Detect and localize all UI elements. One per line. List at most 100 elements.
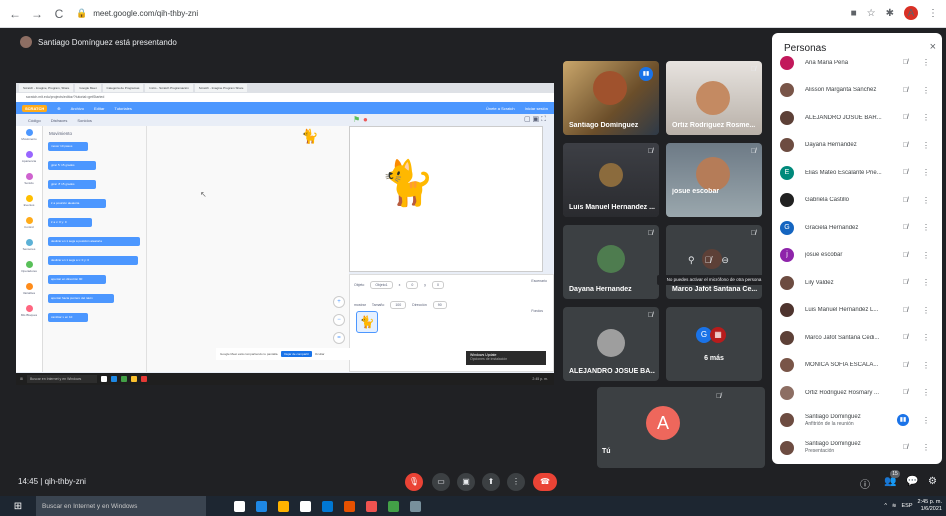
participant-more-icon[interactable]: ⋮ [922,223,930,232]
more-options-button[interactable]: ⋮ [507,473,525,491]
mic-off-icon[interactable]: 🎙̸ [903,197,908,204]
file-explorer-icon[interactable] [278,500,289,512]
participant-more-icon[interactable]: ⋮ [922,306,930,315]
participant-tile[interactable]: 🎙̸ ALEJANDRO JOSUE BA... [563,307,659,381]
category-dot [25,151,33,158]
mic-off-icon[interactable]: 🎙̸ [903,389,908,396]
mic-off-icon[interactable]: 🎙̸ [903,59,908,66]
browser-menu-icon[interactable]: ⋮ [928,8,938,19]
participant-tile[interactable]: ▮▮ Santiago Domínguez [563,61,659,135]
remove-icon[interactable]: ⊖ [721,255,729,266]
tray-arrow-icon[interactable]: ^ [884,503,887,509]
motion-block: girar ↺ 15 grados [48,180,96,189]
lang-indicator[interactable]: ESP [902,503,913,509]
activities-icon[interactable]: ⚙ [928,476,937,487]
chrome-icon[interactable] [366,500,377,512]
forward-button[interactable]: → [30,7,44,21]
participant-row[interactable]: Gabriela Castillo 🎙̸ ⋮ [772,187,942,215]
camera-indicator-icon[interactable]: ■ [851,8,857,19]
address-bar[interactable]: meet.google.com/qih-thby-zni [93,9,198,18]
mic-off-icon[interactable]: 🎙̸ [903,114,908,121]
participant-name: Dayana Hernandez [569,286,632,293]
participant-row[interactable]: ALEJANDRO JOSUE BAR... 🎙̸ ⋮ [772,104,942,132]
participant-row[interactable]: Luis Manuel Hernandez L... 🎙̸ ⋮ [772,297,942,325]
participant-row[interactable]: G Graciela Hernandez 🎙̸ ⋮ [772,214,942,242]
more-participants-tile[interactable]: G ▦ 6 más [666,307,762,381]
network-icon[interactable]: ≋ [892,503,897,509]
participant-tile[interactable]: 🎙̸ Luis Manuel Hernandez ... [563,143,659,217]
participant-more-icon[interactable]: ⋮ [922,196,930,205]
profile-avatar[interactable]: A [904,6,918,20]
participant-row[interactable]: Marco Jafot Santana Cedi... 🎙̸ ⋮ [772,324,942,352]
participant-name: Ortiz Rodriguez Rosmary ... [805,389,880,396]
participant-more-icon[interactable]: ⋮ [922,113,930,122]
back-button[interactable]: ← [8,7,22,21]
participant-row[interactable]: MONICA SOFIA ESCALA... 🎙̸ ⋮ [772,352,942,380]
self-tile[interactable] [597,387,765,468]
mic-toggle-button[interactable]: 🎙 [405,473,423,491]
shared-tab: Inicio - Scratch Programación [145,84,193,92]
participant-row[interactable]: Dayana Hernandez 🎙̸ ⋮ [772,132,942,160]
mic-off-icon[interactable]: 🎙̸ [903,224,908,231]
leave-call-button[interactable]: ☎ [533,473,557,491]
photos-icon[interactable] [344,500,355,512]
participant-more-icon[interactable]: ⋮ [922,278,930,287]
mic-off-icon[interactable]: 🎙̸ [903,252,908,259]
excel-icon[interactable] [388,500,399,512]
paint-icon[interactable] [410,500,421,512]
participant-more-icon[interactable]: ⋮ [922,141,930,150]
participant-name: Alisson Margarita Sánchez [805,87,877,94]
windows-search[interactable]: Buscar en Internet y en Windows [36,496,206,516]
participant-more-icon[interactable]: ⋮ [922,361,930,370]
extensions-icon[interactable]: ✱ [886,8,894,19]
mic-off-icon[interactable]: 🎙̸ [903,142,908,149]
mic-off-icon[interactable]: 🎙̸ [903,334,908,341]
participant-tile[interactable]: 🎙̸ Ortiz Rodriguez Rosme... [666,61,762,135]
task-view-icon[interactable] [234,500,245,512]
pin-icon[interactable]: ⚲ [688,255,695,266]
participant-more-icon[interactable]: ⋮ [922,58,930,67]
participant-more-icon[interactable]: ⋮ [922,86,930,95]
reload-button[interactable]: C [52,7,66,21]
windows-update-toast: Windows Update Opciones de instalación [466,351,546,365]
participant-avatar [780,413,794,428]
system-tray: ^ ≋ ESP 2:45 p. m. 1/6/2021 [884,499,942,513]
meeting-details-icon[interactable]: ⓘ [860,476,870,491]
shared-app-icon [110,376,117,382]
participant-more-icon[interactable]: ⋮ [922,251,930,260]
participant-row[interactable]: Santiago Dominguez Presentación 🎙̸ ⋮ [772,434,942,462]
captions-button[interactable]: ▣ [457,473,475,491]
camera-toggle-button[interactable]: ▭ [432,473,450,491]
bookmark-star-icon[interactable]: ☆ [867,8,876,19]
participant-more-icon[interactable]: ⋮ [922,443,930,452]
participant-row[interactable]: j josue escobar 🎙̸ ⋮ [772,242,942,270]
participant-more-icon[interactable]: ⋮ [922,416,930,425]
participant-row[interactable]: Santiago Dominguez Anfitrión de la reunió… [772,407,942,435]
mic-off-icon[interactable]: 🎙̸ [903,307,908,314]
store-icon[interactable] [300,500,311,512]
participant-tile[interactable]: 🎙̸ Dayana Hernandez [563,225,659,299]
participant-more-icon[interactable]: ⋮ [922,168,930,177]
mute-icon[interactable]: 🎙̸ [705,255,712,266]
participant-more-icon[interactable]: ⋮ [922,333,930,342]
participant-row[interactable]: E Elias Mateo Escalante Prie... 🎙̸ ⋮ [772,159,942,187]
motion-block: mover 10 pasos [48,142,88,151]
clock[interactable]: 2:45 p. m. 1/6/2021 [918,499,942,513]
participant-row[interactable]: Lily Valdez 🎙̸ ⋮ [772,269,942,297]
edge-icon[interactable] [256,500,267,512]
mic-off-icon[interactable]: 🎙̸ [903,87,908,94]
participant-tile[interactable]: 🎙̸ josue escobar [666,143,762,217]
mic-off-icon[interactable]: 🎙̸ [903,279,908,286]
present-button[interactable]: ⬆ [482,473,500,491]
speaking-indicator-icon[interactable]: ▮▮ [897,414,909,427]
mic-off-icon[interactable]: 🎙̸ [903,169,908,176]
participant-row[interactable]: Alisson Margarita Sánchez 🎙̸ ⋮ [772,77,942,105]
windows-start-icon[interactable]: ⊞ [0,501,36,512]
participant-row[interactable]: Ana Maria Peña 🎙̸ ⋮ [772,49,942,77]
mic-off-icon[interactable]: 🎙̸ [903,444,908,451]
mail-icon[interactable] [322,500,333,512]
mic-off-icon[interactable]: 🎙̸ [903,362,908,369]
chat-icon[interactable]: 💬 [906,476,918,487]
participant-more-icon[interactable]: ⋮ [922,388,930,397]
participant-row[interactable]: Ortiz Rodriguez Rosmary ... 🎙̸ ⋮ [772,379,942,407]
